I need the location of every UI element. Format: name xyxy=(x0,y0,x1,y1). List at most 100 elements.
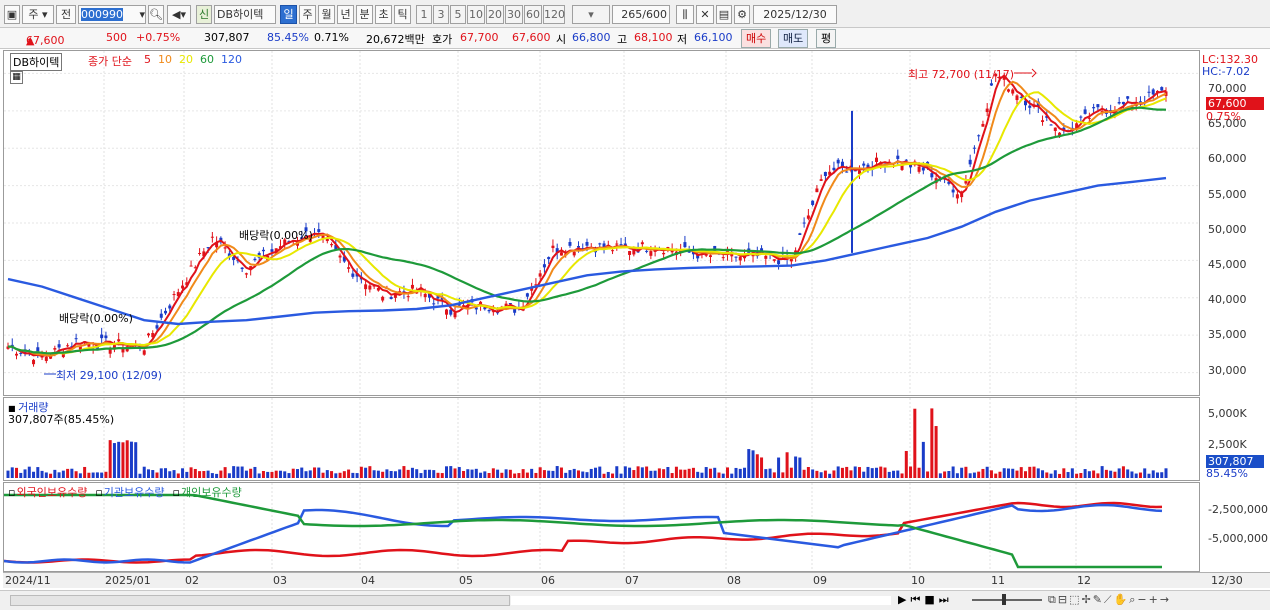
volume-bar xyxy=(1117,468,1121,478)
crosshair-icon[interactable]: ✕ xyxy=(696,5,714,24)
minute-step-button[interactable]: 1 xyxy=(416,5,432,24)
low-value: 66,100 xyxy=(694,31,733,44)
volume-bar xyxy=(138,473,142,478)
grid-icon[interactable]: ▦ xyxy=(10,71,23,84)
volume-bar xyxy=(27,466,31,478)
minute-step-button[interactable]: 120 xyxy=(543,5,565,24)
checkbox-icon[interactable]: ▫ xyxy=(8,486,15,499)
volume-chart xyxy=(6,398,1168,480)
holdings-panel[interactable]: ▫외국인보유수량 ▫기관보유수량 ▫개인보유수량 xyxy=(3,482,1200,572)
scroll-thumb[interactable] xyxy=(511,596,891,605)
hand-icon[interactable]: ✋ xyxy=(1114,593,1130,606)
volume-bar xyxy=(274,470,278,478)
prev-button[interactable]: 전 xyxy=(56,5,76,24)
minute-step-button[interactable]: 10 xyxy=(467,5,485,24)
price-tick: 35,000 xyxy=(1208,328,1247,342)
volume-bar xyxy=(164,468,168,478)
holdings-legend-item[interactable]: ▫외국인보유수량 xyxy=(8,486,87,499)
date-tick: 2025/01 xyxy=(105,574,151,587)
rewind-icon[interactable]: ⏮ xyxy=(910,593,924,606)
holdings-legend-label: 개인보유수량 xyxy=(180,486,242,499)
stock-code-input[interactable]: 000990 ▾ xyxy=(78,5,146,24)
period-button[interactable]: 초 xyxy=(375,5,392,24)
split-icon[interactable]: ⧉ xyxy=(1048,593,1058,606)
window-icon[interactable]: ▣ xyxy=(4,5,20,24)
volume-bar xyxy=(857,467,861,478)
expand-icon[interactable]: ⬚ xyxy=(1069,593,1081,606)
volume-bar xyxy=(449,466,453,478)
volume-bar xyxy=(1045,472,1049,478)
minute-step-button[interactable]: 30 xyxy=(505,5,523,24)
candle-body xyxy=(364,284,368,290)
minute-step-button[interactable]: 3 xyxy=(433,5,449,24)
date-tick: 07 xyxy=(625,574,639,587)
count-input[interactable]: 265/600 xyxy=(612,5,670,24)
volume-panel[interactable]: ■ 거래량 307,807주(85.45%) xyxy=(3,397,1200,481)
tool-icons[interactable]: ⧉⊟⬚✢✎⟋✋⌕−+→ xyxy=(1048,593,1171,607)
candle-body xyxy=(19,352,23,354)
volume-bar xyxy=(364,467,368,478)
playback-controls[interactable]: ▶⏮■⏭ xyxy=(898,593,953,607)
minute-step-button[interactable]: 5 xyxy=(450,5,466,24)
play-icon[interactable]: ▶ xyxy=(898,593,910,606)
volume-bar xyxy=(338,472,342,478)
candle-icon[interactable]: ⫼ xyxy=(676,5,694,24)
speaker-icon[interactable]: ◀︎▾ xyxy=(167,5,191,24)
volume-bar xyxy=(36,467,40,478)
minute-step-button[interactable]: 20 xyxy=(486,5,504,24)
zoom-slider[interactable] xyxy=(972,594,1042,605)
ma-item[interactable]: 20 xyxy=(179,53,193,66)
volume-bar xyxy=(129,441,133,478)
volume-subtitle: 307,807주(85.45%) xyxy=(8,413,115,426)
stock-name-tag[interactable]: DB하이텍 xyxy=(10,53,63,71)
stop-icon[interactable]: ■ xyxy=(924,593,938,606)
arrow-right-icon[interactable]: → xyxy=(1160,593,1171,606)
gear-icon[interactable]: ⚙ xyxy=(734,5,750,24)
volume-bar xyxy=(466,469,470,478)
volume-bar xyxy=(381,471,385,478)
buy-button[interactable]: 매수 xyxy=(741,29,772,48)
volume-bar xyxy=(666,467,670,478)
volume-bar xyxy=(594,467,598,478)
minute-step-button[interactable]: 60 xyxy=(524,5,542,24)
ma-item[interactable]: 60 xyxy=(200,53,214,66)
holdings-legend-item[interactable]: ▫개인보유수량 xyxy=(173,486,242,499)
layout-icon[interactable]: ⊟ xyxy=(1058,593,1069,606)
period-button[interactable]: 일 xyxy=(280,5,297,24)
volume-bar xyxy=(875,467,878,478)
forward-icon[interactable]: ⏭ xyxy=(939,593,953,606)
period-mode-select[interactable]: 주 ▾ xyxy=(22,5,54,24)
ma-item[interactable]: 10 xyxy=(158,53,172,66)
crosshair-icon[interactable]: ✢ xyxy=(1081,593,1092,606)
eval-button[interactable]: 평 xyxy=(816,29,837,48)
line-icon[interactable]: ⟋ xyxy=(1104,593,1114,606)
search-icon[interactable]: 🔍︎ xyxy=(148,5,164,24)
period-button[interactable]: 월 xyxy=(318,5,335,24)
save-icon[interactable]: ▤ xyxy=(716,5,732,24)
zoom-handle[interactable] xyxy=(1002,594,1006,605)
draw-icon[interactable]: ✎ xyxy=(1093,593,1104,606)
scroll-track[interactable] xyxy=(10,595,891,606)
candle-body xyxy=(806,215,810,219)
stock-name-field[interactable]: DB하이텍 xyxy=(214,5,276,24)
candle-body xyxy=(155,325,159,329)
checkbox-icon[interactable]: ▫ xyxy=(95,486,102,499)
candle-body xyxy=(802,222,806,224)
step-select[interactable]: ▾ xyxy=(572,5,610,24)
period-button[interactable]: 분 xyxy=(356,5,373,24)
hold-tick-2: -5,000,000 xyxy=(1208,532,1268,545)
candle-body xyxy=(628,251,632,255)
new-stock-button[interactable]: 신 xyxy=(196,5,212,24)
period-button[interactable]: 주 xyxy=(299,5,316,24)
ma-item[interactable]: 5 xyxy=(144,53,151,66)
period-button[interactable]: 틱 xyxy=(394,5,411,24)
ma-item[interactable]: 120 xyxy=(221,53,242,66)
sell-button[interactable]: 매도 xyxy=(778,29,809,48)
minus-icon[interactable]: − xyxy=(1137,593,1148,606)
price-panel[interactable]: DB하이텍 종가 단순 5 10 20 60 120 ▦ 최고 72,700 (11/1… xyxy=(3,50,1200,396)
holdings-legend-item[interactable]: ▫기관보유수량 xyxy=(95,486,164,499)
period-button[interactable]: 년 xyxy=(337,5,354,24)
checkbox-icon[interactable]: ▫ xyxy=(173,486,180,499)
plus-icon[interactable]: + xyxy=(1149,593,1160,606)
date-input[interactable]: 2025/12/30 xyxy=(753,5,837,24)
